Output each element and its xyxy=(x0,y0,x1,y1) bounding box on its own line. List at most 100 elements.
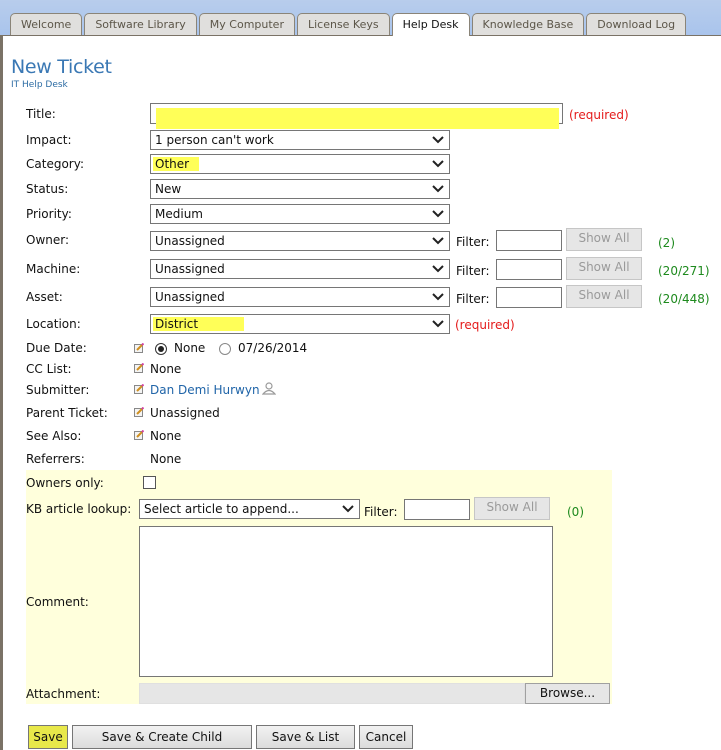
chevron-down-icon xyxy=(432,185,444,193)
category-label: Category: xyxy=(26,157,84,171)
machine-filter-label: Filter: xyxy=(456,264,490,278)
priority-label: Priority: xyxy=(26,207,72,221)
asset-count: (20/448) xyxy=(658,292,710,306)
kb-lookup-select[interactable]: Select article to append... xyxy=(139,499,360,519)
owners-only-checkbox[interactable] xyxy=(143,476,156,489)
priority-select[interactable]: Medium xyxy=(150,204,450,224)
machine-count: (20/271) xyxy=(658,264,710,278)
tab-knowledge-base[interactable]: Knowledge Base xyxy=(471,13,585,35)
location-required: (required) xyxy=(455,318,515,332)
asset-filter-input[interactable] xyxy=(496,287,562,308)
browse-button[interactable]: Browse... xyxy=(525,683,610,704)
status-value: New xyxy=(155,182,182,196)
page-title: New Ticket xyxy=(11,56,112,78)
asset-select[interactable]: Unassigned xyxy=(150,287,450,307)
impact-value: 1 person can't work xyxy=(155,133,274,147)
owner-select[interactable]: Unassigned xyxy=(150,231,450,251)
comment-label: Comment: xyxy=(26,595,89,609)
due-date-none-label: None xyxy=(174,341,206,355)
owner-label: Owner: xyxy=(26,233,70,247)
edit-icon[interactable] xyxy=(134,407,144,417)
edit-icon[interactable] xyxy=(134,343,144,353)
kb-filter-input[interactable] xyxy=(404,499,470,520)
owner-show-all-button[interactable]: Show All xyxy=(566,228,642,251)
top-bar: Welcome Software Library My Computer Lic… xyxy=(0,0,721,36)
save-create-child-button[interactable]: Save & Create Child xyxy=(72,725,252,749)
chevron-down-icon xyxy=(432,160,444,168)
see-also-value: None xyxy=(150,429,182,443)
kb-filter-label: Filter: xyxy=(364,505,398,519)
kb-lookup-value: Select article to append... xyxy=(144,502,299,516)
tab-software-library[interactable]: Software Library xyxy=(84,13,197,35)
title-input[interactable] xyxy=(150,103,563,129)
chevron-down-icon xyxy=(432,265,444,273)
save-button[interactable]: Save xyxy=(28,725,68,749)
submitter-link[interactable]: Dan Demi Hurwyn xyxy=(150,383,260,397)
machine-value: Unassigned xyxy=(155,262,225,276)
tab-my-computer[interactable]: My Computer xyxy=(198,13,295,35)
tab-welcome[interactable]: Welcome xyxy=(10,13,83,35)
asset-value: Unassigned xyxy=(155,290,225,304)
see-also-label: See Also: xyxy=(26,429,82,443)
asset-show-all-button[interactable]: Show All xyxy=(566,285,642,308)
cc-list-value: None xyxy=(150,362,182,376)
kb-show-all-button[interactable]: Show All xyxy=(474,497,550,520)
machine-select[interactable]: Unassigned xyxy=(150,259,450,279)
page-content: New Ticket IT Help Desk Title: (required… xyxy=(0,35,721,750)
owner-filter-label: Filter: xyxy=(456,235,490,249)
location-label: Location: xyxy=(26,317,81,331)
machine-filter-input[interactable] xyxy=(496,259,562,280)
cancel-button[interactable]: Cancel xyxy=(359,725,413,749)
due-date-date-radio[interactable] xyxy=(219,343,231,355)
status-select[interactable]: New xyxy=(150,179,450,199)
chevron-down-icon xyxy=(432,136,444,144)
edit-icon[interactable] xyxy=(134,363,144,373)
edit-icon[interactable] xyxy=(134,430,144,440)
priority-value: Medium xyxy=(155,207,203,221)
edit-icon[interactable] xyxy=(134,384,144,394)
referrers-value: None xyxy=(150,452,182,466)
tab-download-log[interactable]: Download Log xyxy=(586,13,687,35)
chevron-down-icon xyxy=(432,210,444,218)
parent-ticket-value: Unassigned xyxy=(150,406,220,420)
asset-filter-label: Filter: xyxy=(456,292,490,306)
asset-label: Asset: xyxy=(26,290,63,304)
location-select[interactable]: District xyxy=(150,314,450,334)
tab-license-keys[interactable]: License Keys xyxy=(296,13,390,35)
machine-show-all-button[interactable]: Show All xyxy=(566,257,642,280)
machine-label: Machine: xyxy=(26,262,81,276)
chevron-down-icon xyxy=(432,237,444,245)
referrers-label: Referrers: xyxy=(26,452,85,466)
attachment-file-input[interactable] xyxy=(139,683,525,704)
impact-select[interactable]: 1 person can't work xyxy=(150,130,450,150)
title-required: (required) xyxy=(569,108,629,122)
category-value: Other xyxy=(153,157,200,171)
attachment-label: Attachment: xyxy=(26,687,101,701)
location-value: District xyxy=(153,317,245,331)
status-label: Status: xyxy=(26,182,69,196)
due-date-label: Due Date: xyxy=(26,341,87,355)
save-list-button[interactable]: Save & List xyxy=(256,725,355,749)
owners-only-label: Owners only: xyxy=(26,476,104,490)
kb-lookup-label: KB article lookup: xyxy=(26,502,132,516)
chevron-down-icon xyxy=(432,293,444,301)
title-highlight xyxy=(156,108,559,129)
owner-count: (2) xyxy=(658,236,675,250)
category-select[interactable]: Other xyxy=(150,154,450,174)
comment-textarea[interactable] xyxy=(139,526,553,677)
parent-ticket-label: Parent Ticket: xyxy=(26,406,108,420)
tab-help-desk[interactable]: Help Desk xyxy=(391,13,470,36)
owner-filter-input[interactable] xyxy=(496,230,562,251)
impact-label: Impact: xyxy=(26,133,72,147)
submitter-label: Submitter: xyxy=(26,383,90,397)
user-icon[interactable] xyxy=(262,382,276,395)
owner-value: Unassigned xyxy=(155,234,225,248)
due-date-date-label: 07/26/2014 xyxy=(238,341,308,355)
title-label: Title: xyxy=(26,107,56,121)
chevron-down-icon xyxy=(342,505,354,513)
tab-bar: Welcome Software Library My Computer Lic… xyxy=(10,13,688,36)
page-subtitle: IT Help Desk xyxy=(11,80,68,90)
cc-list-label: CC List: xyxy=(26,362,72,376)
kb-count: (0) xyxy=(567,505,584,519)
due-date-none-radio[interactable] xyxy=(155,343,167,355)
